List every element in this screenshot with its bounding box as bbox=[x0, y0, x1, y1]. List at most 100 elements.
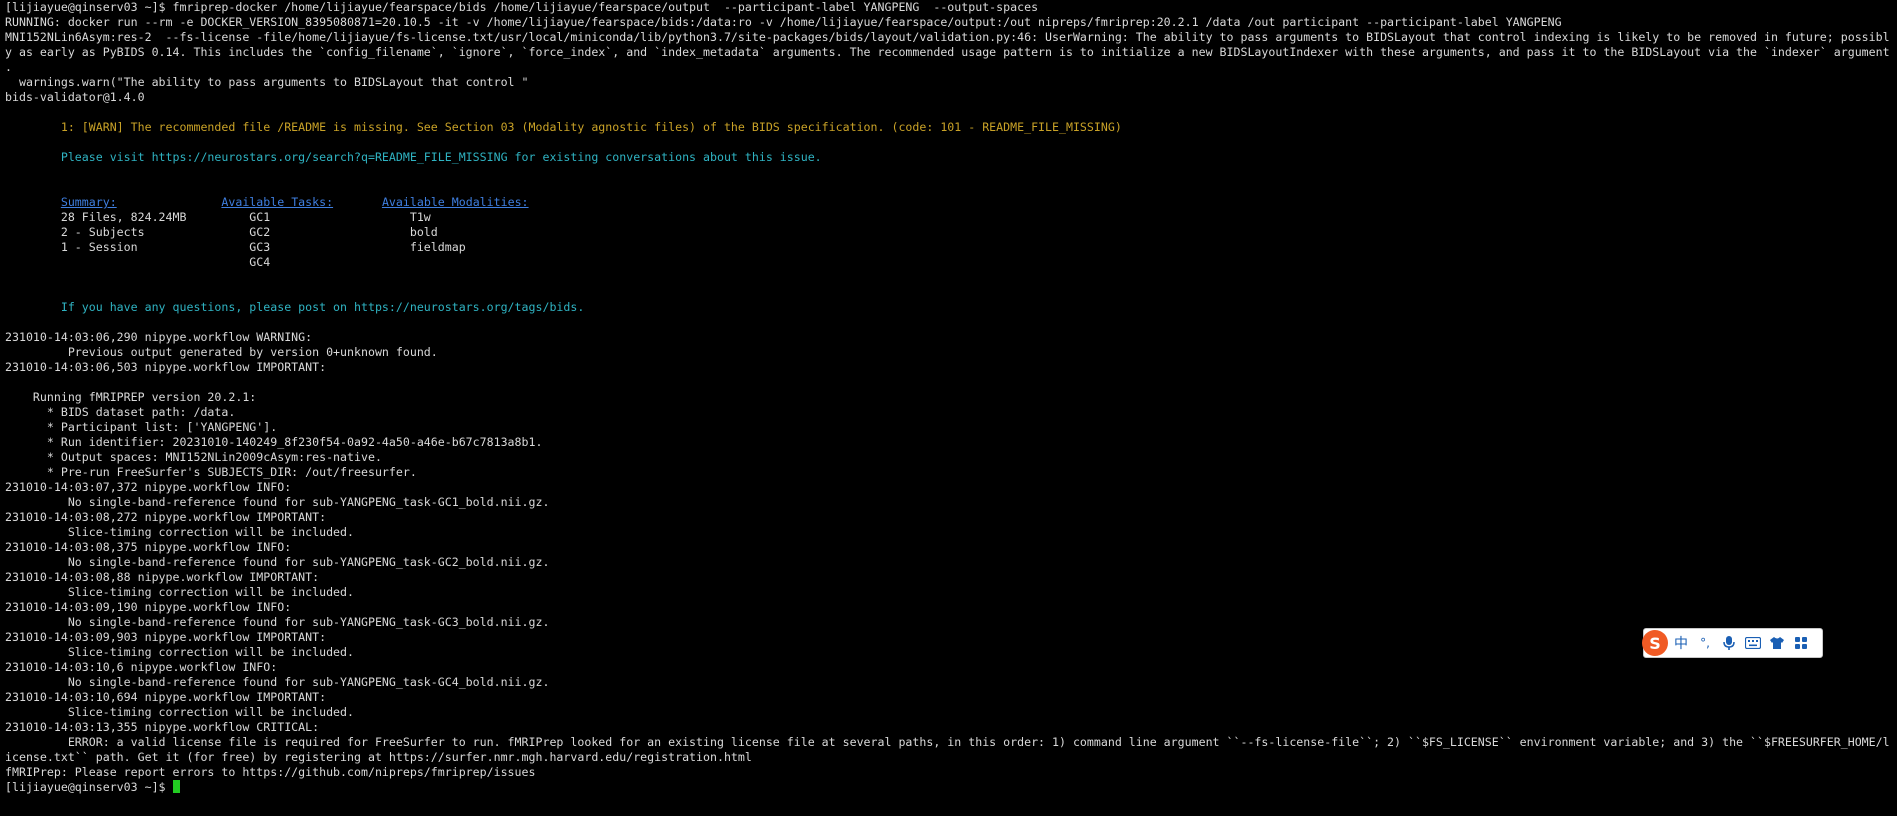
terminal-line-text: Slice-timing correction will be included… bbox=[5, 525, 355, 539]
language-toggle[interactable]: 中 bbox=[1670, 632, 1692, 654]
terminal-line-text: 231010-14:03:09,190 nipype.workflow INFO… bbox=[5, 600, 292, 614]
microphone-icon[interactable] bbox=[1718, 632, 1740, 654]
terminal-line: Summary: Available Tasks: Available Moda… bbox=[5, 195, 1895, 210]
terminal-line-text: [lijiayue@qinserv03 ~]$ bbox=[5, 780, 173, 794]
terminal-line: [lijiayue@qinserv03 ~]$ bbox=[5, 780, 1895, 795]
terminal-line: Slice-timing correction will be included… bbox=[5, 585, 1895, 600]
terminal-line-text: 231010-14:03:06,290 nipype.workflow WARN… bbox=[5, 330, 313, 344]
terminal-line: 231010-14:03:10,694 nipype.workflow IMPO… bbox=[5, 690, 1895, 705]
terminal-line: If you have any questions, please post o… bbox=[5, 300, 1895, 315]
terminal-output[interactable]: [lijiayue@qinserv03 ~]$ fmriprep-docker … bbox=[5, 0, 1895, 795]
terminal-line: MNI152NLin6Asym:res-2 --fs-license -file… bbox=[5, 30, 1895, 45]
terminal-line: Previous output generated by version 0+u… bbox=[5, 345, 1895, 360]
terminal-line: RUNNING: docker run --rm -e DOCKER_VERSI… bbox=[5, 15, 1895, 30]
keyboard-icon[interactable] bbox=[1742, 632, 1764, 654]
terminal-line: 231010-14:03:08,375 nipype.workflow INFO… bbox=[5, 540, 1895, 555]
terminal-line-text: If you have any questions, please post o… bbox=[5, 300, 585, 314]
terminal-line: ERROR: a valid license file is required … bbox=[5, 735, 1895, 750]
terminal-line-text: No single-band-reference found for sub-Y… bbox=[5, 495, 550, 509]
terminal-line-text: 28 Files, 824.24MB GC1 T1w bbox=[5, 210, 431, 224]
terminal-line: * Participant list: ['YANGPENG']. bbox=[5, 420, 1895, 435]
terminal-line: No single-band-reference found for sub-Y… bbox=[5, 615, 1895, 630]
terminal-line-text: No single-band-reference found for sub-Y… bbox=[5, 615, 550, 629]
terminal-line: 1: [WARN] The recommended file /README i… bbox=[5, 120, 1895, 135]
terminal-line-text: Running fMRIPREP version 20.2.1: bbox=[5, 390, 257, 404]
terminal-line-text: y as early as PyBIDS 0.14. This includes… bbox=[5, 45, 1890, 59]
grid-menu-icon[interactable] bbox=[1790, 632, 1812, 654]
terminal-line: 231010-14:03:06,503 nipype.workflow IMPO… bbox=[5, 360, 1895, 375]
terminal-line-text: Previous output generated by version 0+u… bbox=[5, 345, 438, 359]
terminal-line: 28 Files, 824.24MB GC1 T1w bbox=[5, 210, 1895, 225]
terminal-line-text: GC4 bbox=[5, 255, 271, 269]
terminal-line: 231010-14:03:10,6 nipype.workflow INFO: bbox=[5, 660, 1895, 675]
modalities-header: Available Modalities: bbox=[381, 195, 529, 209]
terminal-line-text: Please visit https://neurostars.org/sear… bbox=[5, 150, 822, 164]
terminal-line: Running fMRIPREP version 20.2.1: bbox=[5, 390, 1895, 405]
terminal-line-text: [lijiayue@qinserv03 ~]$ fmriprep-docker … bbox=[5, 0, 1039, 14]
terminal-line: Please visit https://neurostars.org/sear… bbox=[5, 150, 1895, 165]
terminal-line-text: fMRIPrep: Please report errors to https:… bbox=[5, 765, 536, 779]
terminal-line: bids-validator@1.4.0 bbox=[5, 90, 1895, 105]
terminal-line: * BIDS dataset path: /data. bbox=[5, 405, 1895, 420]
terminal-line: y as early as PyBIDS 0.14. This includes… bbox=[5, 45, 1895, 60]
terminal-line-text: 231010-14:03:07,372 nipype.workflow INFO… bbox=[5, 480, 292, 494]
terminal-line-text: 231010-14:03:09,903 nipype.workflow IMPO… bbox=[5, 630, 327, 644]
terminal-line-text: * Pre-run FreeSurfer's SUBJECTS_DIR: /ou… bbox=[5, 465, 417, 479]
terminal-line: 231010-14:03:07,372 nipype.workflow INFO… bbox=[5, 480, 1895, 495]
terminal-line-text: 231010-14:03:08,375 nipype.workflow INFO… bbox=[5, 540, 292, 554]
terminal-line-text: MNI152NLin6Asym:res-2 --fs-license -file… bbox=[5, 30, 1890, 44]
terminal-line: 231010-14:03:13,355 nipype.workflow CRIT… bbox=[5, 720, 1895, 735]
terminal-line-text: icense.txt`` path. Get it (for free) by … bbox=[5, 750, 752, 764]
terminal-line: Slice-timing correction will be included… bbox=[5, 705, 1895, 720]
sogou-logo-icon[interactable]: S bbox=[1642, 630, 1668, 656]
terminal-line: GC4 bbox=[5, 255, 1895, 270]
terminal-line: No single-band-reference found for sub-Y… bbox=[5, 675, 1895, 690]
terminal-line: * Pre-run FreeSurfer's SUBJECTS_DIR: /ou… bbox=[5, 465, 1895, 480]
terminal-line: 231010-14:03:06,290 nipype.workflow WARN… bbox=[5, 330, 1895, 345]
terminal-line-text: No single-band-reference found for sub-Y… bbox=[5, 675, 550, 689]
terminal-line: Slice-timing correction will be included… bbox=[5, 525, 1895, 540]
terminal-line: 231010-14:03:09,903 nipype.workflow IMPO… bbox=[5, 630, 1895, 645]
punctuation-toggle[interactable]: °, bbox=[1694, 632, 1716, 654]
terminal-line: [lijiayue@qinserv03 ~]$ fmriprep-docker … bbox=[5, 0, 1895, 15]
terminal-line-text: 2 - Subjects GC2 bold bbox=[5, 225, 438, 239]
shirt-icon[interactable] bbox=[1766, 632, 1788, 654]
terminal-line-text: 231010-14:03:10,6 nipype.workflow INFO: bbox=[5, 660, 278, 674]
ime-toolbar[interactable]: S 中 °, bbox=[1642, 628, 1823, 658]
terminal-line-text: RUNNING: docker run --rm -e DOCKER_VERSI… bbox=[5, 15, 1562, 29]
terminal-line: warnings.warn("The ability to pass argum… bbox=[5, 75, 1895, 90]
terminal-line: 231010-14:03:09,190 nipype.workflow INFO… bbox=[5, 600, 1895, 615]
summary-header: Summary: bbox=[60, 195, 117, 209]
terminal-line-text: Slice-timing correction will be included… bbox=[5, 705, 355, 719]
terminal-line-text: warnings.warn("The ability to pass argum… bbox=[5, 75, 529, 89]
terminal-line-text: * Output spaces: MNI152NLin2009cAsym:res… bbox=[5, 450, 382, 464]
terminal-cursor bbox=[172, 780, 180, 793]
terminal-line: fMRIPrep: Please report errors to https:… bbox=[5, 765, 1895, 780]
terminal-line-text: * Run identifier: 20231010-140249_8f230f… bbox=[5, 435, 543, 449]
terminal-line-text: 231010-14:03:08,88 nipype.workflow IMPOR… bbox=[5, 570, 320, 584]
terminal-line-text: Slice-timing correction will be included… bbox=[5, 645, 355, 659]
terminal-line-text: ERROR: a valid license file is required … bbox=[5, 735, 1890, 749]
terminal-line-text: No single-band-reference found for sub-Y… bbox=[5, 555, 550, 569]
terminal-line-text: 231010-14:03:13,355 nipype.workflow CRIT… bbox=[5, 720, 320, 734]
terminal-line: * Run identifier: 20231010-140249_8f230f… bbox=[5, 435, 1895, 450]
terminal-line: 2 - Subjects GC2 bold bbox=[5, 225, 1895, 240]
terminal-line-text: 231010-14:03:08,272 nipype.workflow IMPO… bbox=[5, 510, 327, 524]
terminal-line-text: 1 - Session GC3 fieldmap bbox=[5, 240, 466, 254]
terminal-line: 231010-14:03:08,88 nipype.workflow IMPOR… bbox=[5, 570, 1895, 585]
terminal-line-text: * BIDS dataset path: /data. bbox=[5, 405, 236, 419]
terminal-line-text: . bbox=[5, 60, 12, 74]
terminal-line: . bbox=[5, 60, 1895, 75]
tasks-header: Available Tasks: bbox=[221, 195, 334, 209]
terminal-line: 231010-14:03:08,272 nipype.workflow IMPO… bbox=[5, 510, 1895, 525]
terminal-line: No single-band-reference found for sub-Y… bbox=[5, 555, 1895, 570]
terminal-line-text: 231010-14:03:10,694 nipype.workflow IMPO… bbox=[5, 690, 327, 704]
terminal-line-text: 231010-14:03:06,503 nipype.workflow IMPO… bbox=[5, 360, 327, 374]
